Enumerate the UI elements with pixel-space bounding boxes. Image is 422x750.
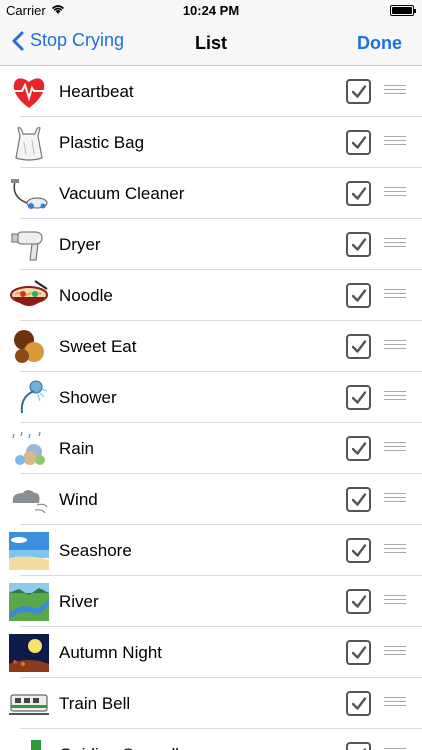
checkbox[interactable]	[346, 334, 371, 359]
checkbox[interactable]	[346, 640, 371, 665]
train-icon	[9, 684, 49, 724]
list-item-label: Rain	[59, 438, 94, 458]
checkmark-icon	[351, 595, 367, 608]
checkmark-icon	[351, 544, 367, 557]
list-item-label: Shower	[59, 387, 117, 407]
vacuum-cleaner-icon	[9, 174, 49, 214]
list-item-label: Train Bell	[59, 693, 131, 713]
back-button[interactable]: Stop Crying	[12, 30, 124, 51]
checkmark-icon	[351, 340, 367, 353]
sweets-icon	[9, 327, 49, 367]
reorder-handle-icon[interactable]	[384, 544, 406, 556]
checkbox[interactable]	[346, 283, 371, 308]
list-item-label: Heartbeat	[59, 81, 134, 101]
navigation-bar: Stop Crying List Done	[0, 20, 422, 66]
checkbox[interactable]	[346, 232, 371, 257]
reorder-handle-icon[interactable]	[384, 646, 406, 658]
noodle-bowl-icon	[9, 276, 49, 316]
reorder-handle-icon[interactable]	[384, 595, 406, 607]
back-label: Stop Crying	[30, 30, 125, 50]
checkmark-icon	[351, 187, 367, 200]
reorder-handle-icon[interactable]	[384, 340, 406, 352]
list-item-label: Seashore	[59, 540, 132, 560]
reorder-handle-icon[interactable]	[384, 136, 406, 148]
checkmark-icon	[351, 391, 367, 404]
reorder-handle-icon[interactable]	[384, 391, 406, 403]
river-icon	[9, 582, 49, 622]
list-item-label: Guiding Seagull	[59, 745, 179, 750]
list-item-label: Noodle	[59, 285, 113, 305]
done-button[interactable]: Done	[357, 33, 402, 54]
checkmark-icon	[351, 493, 367, 506]
list-item-label: Sweet Eat	[59, 336, 137, 356]
seagull-icon	[9, 735, 49, 750]
checkmark-icon	[351, 289, 367, 302]
reorder-handle-icon[interactable]	[384, 187, 406, 199]
checkbox[interactable]	[346, 436, 371, 461]
list-item[interactable]: Guiding Seagull	[0, 729, 422, 750]
list-item[interactable]: Autumn Night	[0, 627, 422, 678]
checkmark-icon	[351, 238, 367, 251]
checkbox[interactable]	[346, 385, 371, 410]
checkbox[interactable]	[346, 130, 371, 155]
list-item[interactable]: Vacuum Cleaner	[0, 168, 422, 219]
checkmark-icon	[351, 646, 367, 659]
checkmark-icon	[351, 136, 367, 149]
list-item[interactable]: Heartbeat	[0, 66, 422, 117]
list-item-label: Wind	[59, 489, 98, 509]
checkbox[interactable]	[346, 538, 371, 563]
list-item-label: Dryer	[59, 234, 101, 254]
heart-icon	[9, 72, 49, 112]
plastic-bag-icon	[9, 123, 49, 163]
list-item-label: Autumn Night	[59, 642, 162, 662]
list-item[interactable]: Sweet Eat	[0, 321, 422, 372]
shower-icon	[9, 378, 49, 418]
list-item[interactable]: Wind	[0, 474, 422, 525]
list-item[interactable]: Seashore	[0, 525, 422, 576]
checkbox[interactable]	[346, 79, 371, 104]
checkbox[interactable]	[346, 742, 371, 750]
list-item[interactable]: Shower	[0, 372, 422, 423]
reorder-handle-icon[interactable]	[384, 697, 406, 709]
autumn-night-icon	[9, 633, 49, 673]
sound-list: Heartbeat Plastic Bag Vacuum Cleaner Dryer N…	[0, 66, 422, 750]
checkbox[interactable]	[346, 181, 371, 206]
list-item[interactable]: Plastic Bag	[0, 117, 422, 168]
list-item-label: Vacuum Cleaner	[59, 183, 185, 203]
checkbox[interactable]	[346, 691, 371, 716]
checkmark-icon	[363, 748, 367, 750]
reorder-handle-icon[interactable]	[384, 238, 406, 250]
reorder-handle-icon[interactable]	[384, 442, 406, 454]
list-item-label: Plastic Bag	[59, 132, 145, 152]
battery-icon	[390, 5, 416, 16]
list-item[interactable]: Dryer	[0, 219, 422, 270]
list-item[interactable]: River	[0, 576, 422, 627]
status-time: 10:24 PM	[182, 3, 240, 18]
reorder-handle-icon[interactable]	[384, 289, 406, 301]
wind-icon	[9, 480, 49, 520]
list-item[interactable]: Rain	[0, 423, 422, 474]
list-item[interactable]: Noodle	[0, 270, 422, 321]
rain-icon	[9, 429, 49, 469]
hair-dryer-icon	[9, 225, 49, 265]
checkmark-icon	[351, 85, 367, 98]
checkbox[interactable]	[346, 487, 371, 512]
checkmark-icon	[351, 697, 367, 710]
checkbox[interactable]	[346, 589, 371, 614]
checkmark-icon	[351, 442, 367, 455]
reorder-handle-icon[interactable]	[384, 493, 406, 505]
status-bar: Carrier 10:24 PM	[0, 0, 422, 20]
seashore-icon	[9, 531, 49, 571]
list-item-label: River	[59, 591, 99, 611]
list-item[interactable]: Train Bell	[0, 678, 422, 729]
chevron-left-icon	[12, 31, 24, 50]
reorder-handle-icon[interactable]	[384, 85, 406, 97]
